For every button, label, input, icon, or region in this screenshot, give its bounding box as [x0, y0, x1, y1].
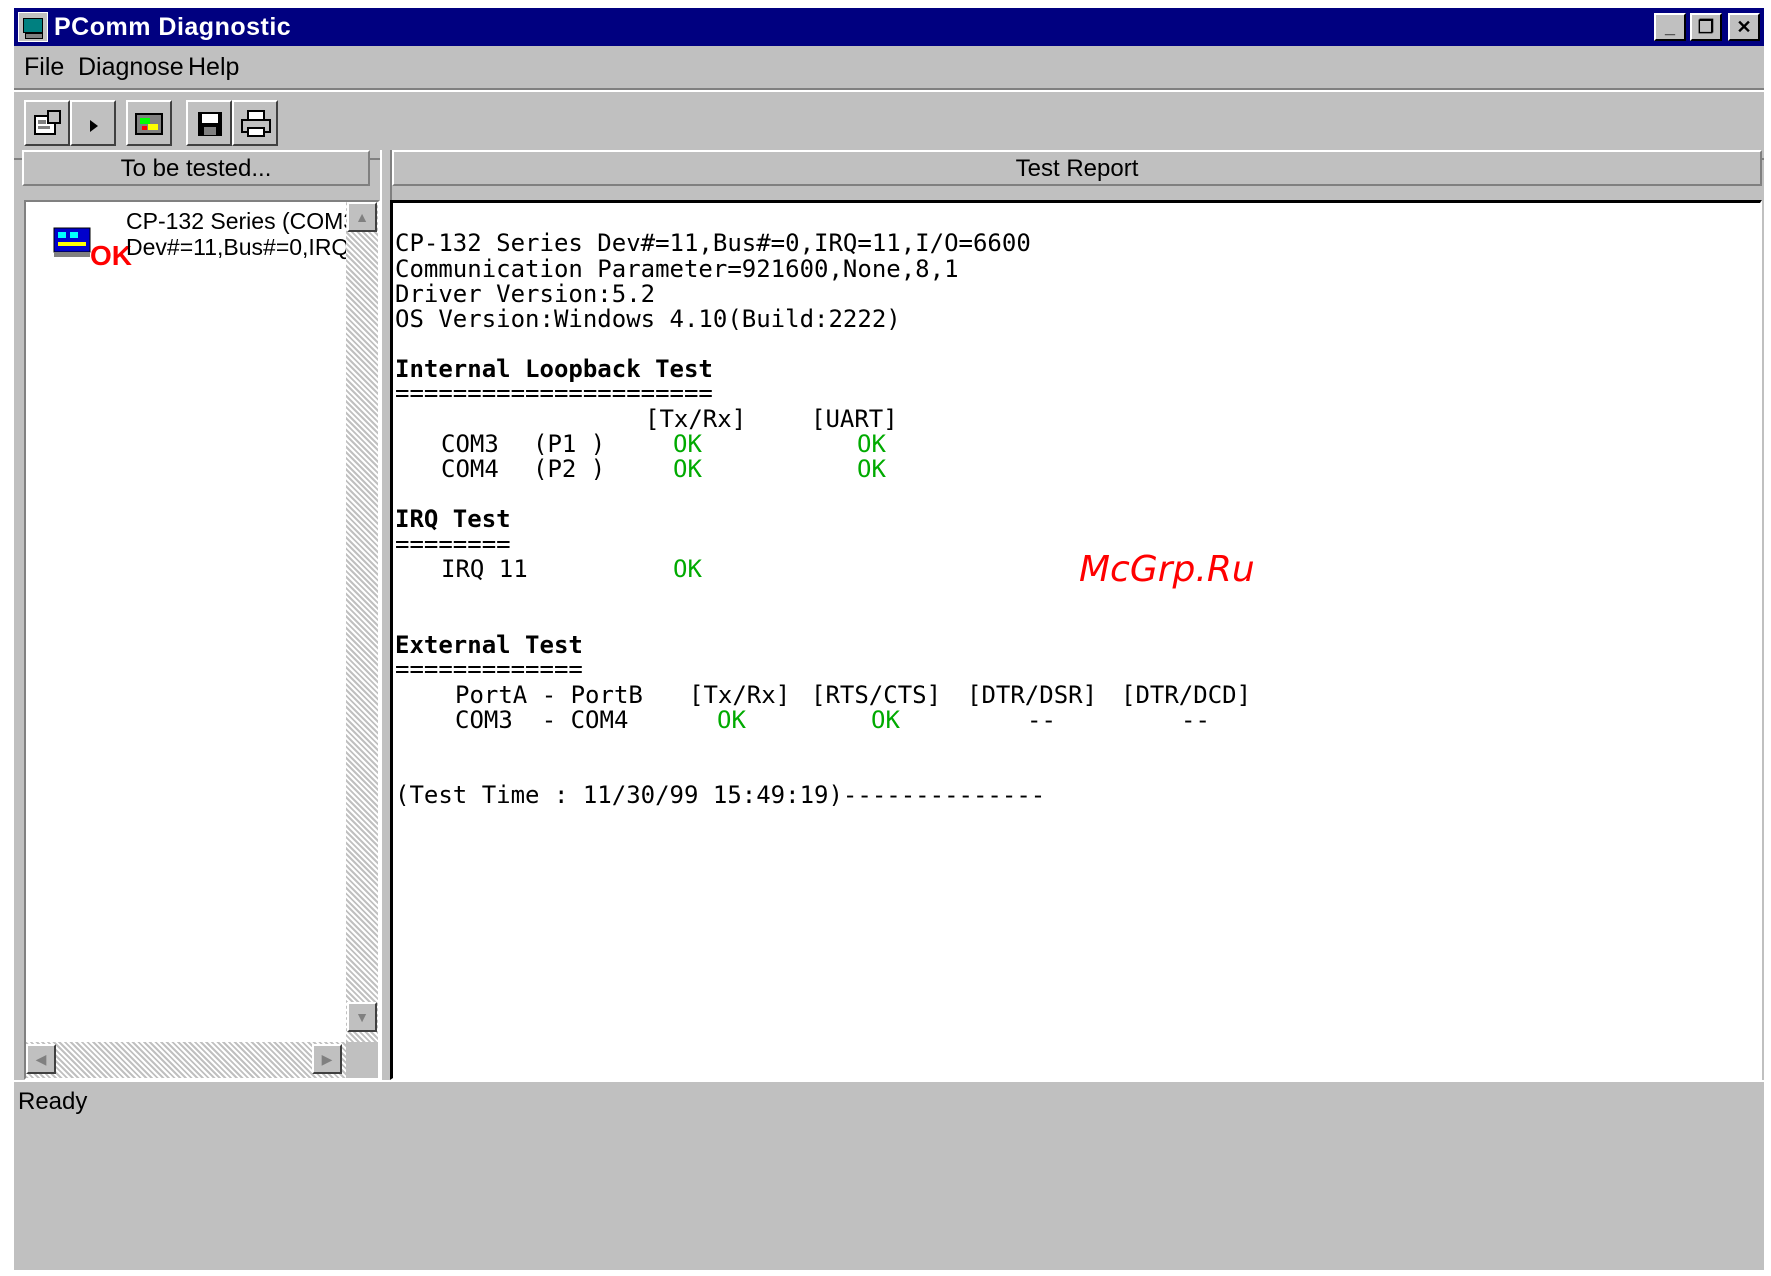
- save-icon: [198, 112, 222, 136]
- menu-bar: File Diagnose Help: [14, 46, 1764, 90]
- menu-diagnose[interactable]: Diagnose: [78, 53, 184, 82]
- restore-button[interactable]: ❐: [1690, 13, 1722, 41]
- board-button[interactable]: [126, 100, 172, 146]
- internal-row-uart-result: OK: [857, 430, 886, 458]
- save-button[interactable]: [186, 100, 232, 146]
- test-report-header: Test Report: [392, 150, 1762, 186]
- internal-test-underline: ======================: [395, 379, 713, 407]
- app-icon[interactable]: [18, 12, 48, 42]
- to-be-tested-header: To be tested...: [22, 150, 370, 186]
- internal-row-port: COM3: [441, 430, 499, 458]
- external-test-underline: =============: [395, 655, 583, 683]
- device-details: Dev#=11,Bus#=0,IRQ: [126, 234, 350, 260]
- close-button[interactable]: ✕: [1728, 13, 1760, 41]
- run-icon: [90, 120, 98, 132]
- print-icon: [241, 110, 271, 137]
- internal-col-uart: [UART]: [811, 405, 898, 433]
- internal-row-txrx-result: OK: [673, 430, 702, 458]
- board-icon: [135, 113, 163, 135]
- internal-row-uart-result: OK: [857, 455, 886, 483]
- irq-test-underline: ========: [395, 530, 511, 558]
- status-bar: Ready: [14, 1080, 1764, 1122]
- report-comm-param-line: Communication Parameter=921600,None,8,1: [395, 255, 959, 283]
- irq-label: IRQ 11: [441, 555, 528, 583]
- print-button[interactable]: [232, 100, 278, 146]
- internal-row-txrx-result: OK: [673, 455, 702, 483]
- irq-result: OK: [673, 555, 702, 583]
- run-button[interactable]: [70, 100, 116, 146]
- app-window: PComm Diagnostic _ ❐ ✕ File Diagnose Hel…: [14, 8, 1764, 1270]
- external-col-ports: PortA - PortB: [455, 681, 643, 709]
- report-device-line: CP-132 Series Dev#=11,Bus#=0,IRQ=11,I/O=…: [395, 229, 1031, 257]
- properties-button[interactable]: [24, 100, 70, 146]
- internal-row-label: (P2 ): [533, 455, 606, 483]
- external-col-txrx: [Tx/Rx]: [689, 681, 791, 709]
- internal-row-label: (P1 ): [533, 430, 606, 458]
- report-driver-line: Driver Version:5.2: [395, 280, 656, 308]
- minimize-button[interactable]: _: [1654, 13, 1686, 41]
- test-time-line: (Test Time : 11/30/99 15:49:19)---------…: [395, 781, 1046, 809]
- status-text: Ready: [18, 1088, 88, 1115]
- scroll-up-button[interactable]: ▲: [347, 202, 377, 232]
- scrollbar-corner: [346, 1042, 378, 1078]
- external-row-rtscts-result: OK: [871, 706, 900, 734]
- report-os-line: OS Version:Windows 4.10(Build:2222): [395, 305, 901, 333]
- menu-file[interactable]: File: [24, 53, 64, 82]
- external-row-txrx-result: OK: [717, 706, 746, 734]
- properties-icon: [34, 110, 61, 135]
- external-col-dtrdcd: [DTR/DCD]: [1121, 681, 1252, 709]
- scroll-down-button[interactable]: ▼: [347, 1002, 377, 1032]
- test-report-pane[interactable]: CP-132 Series Dev#=11,Bus#=0,IRQ=11,I/O=…: [390, 200, 1762, 1080]
- internal-col-txrx: [Tx/Rx]: [645, 405, 747, 433]
- internal-row-port: COM4: [441, 455, 499, 483]
- scroll-left-button[interactable]: ◀: [26, 1044, 56, 1074]
- scroll-right-button[interactable]: ▶: [312, 1044, 342, 1074]
- device-list[interactable]: OK CP-132 Series (COM3 Dev#=11,Bus#=0,IR…: [24, 200, 380, 1080]
- external-row-dtrdsr-result: --: [1027, 706, 1056, 734]
- external-col-rtscts: [RTS/CTS]: [811, 681, 942, 709]
- vertical-scrollbar[interactable]: ▲ ▼: [346, 202, 378, 1042]
- external-col-dtrdsr: [DTR/DSR]: [967, 681, 1098, 709]
- irq-test-title: IRQ Test: [395, 505, 511, 533]
- window-title: PComm Diagnostic: [54, 13, 292, 41]
- external-row-ports: COM3 - COM4: [455, 706, 629, 734]
- menu-help[interactable]: Help: [188, 53, 239, 82]
- watermark-text: McGrp.Ru: [1079, 549, 1255, 590]
- horizontal-scrollbar[interactable]: ◀ ▶: [26, 1042, 346, 1078]
- external-row-dtrdcd-result: --: [1181, 706, 1210, 734]
- device-name: CP-132 Series (COM3: [126, 208, 357, 234]
- title-bar[interactable]: PComm Diagnostic _ ❐ ✕: [14, 8, 1764, 46]
